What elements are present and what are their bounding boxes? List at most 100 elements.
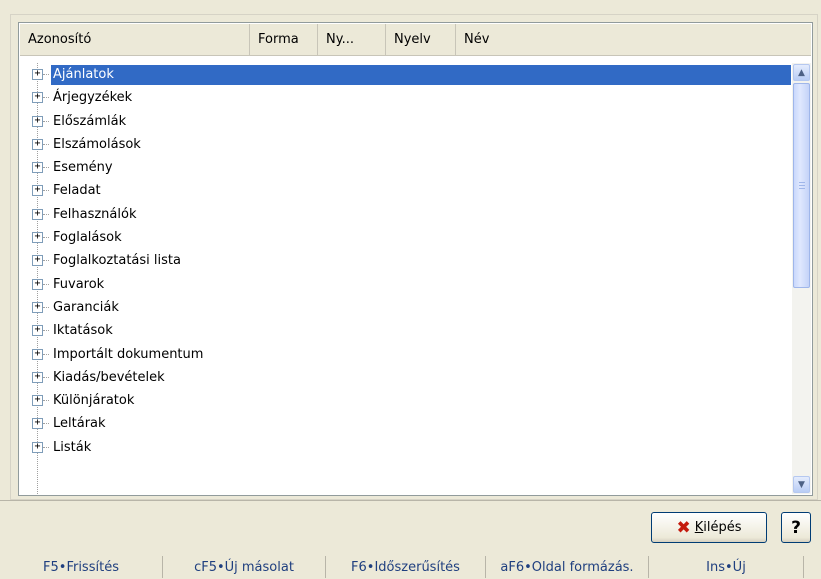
tree-item-label: Foglalkoztatási lista (53, 253, 181, 269)
tree-item[interactable]: + Foglalások (20, 226, 791, 249)
tree-item[interactable]: + Kiadás/bevételek (20, 366, 791, 389)
scroll-down-button[interactable]: ▼ (793, 476, 810, 493)
tree-item-label: Leltárak (53, 416, 106, 432)
tree-item[interactable]: + Garanciák (20, 296, 791, 319)
status-update[interactable]: F6•Időszerűsítés (326, 556, 486, 578)
column-label: Azonosító (28, 32, 92, 47)
tree-item-label: Fuvarok (53, 276, 105, 292)
status-label: aF6•Oldal formázás. (500, 559, 634, 575)
expand-icon[interactable]: + (32, 371, 43, 383)
vertical-scrollbar[interactable]: ▲ ▼ (792, 63, 811, 494)
tree-connector (43, 120, 49, 122)
grip-icon (799, 182, 805, 189)
tree-item[interactable]: + Különjáratok (20, 389, 791, 412)
expand-icon[interactable]: + (32, 301, 43, 313)
tree-item[interactable]: + Elszámolások (20, 133, 791, 156)
column-label: Név (464, 32, 490, 47)
tree-connector (43, 306, 49, 308)
tree-item-label: Ajánlatok (51, 65, 791, 85)
expand-icon[interactable]: + (32, 441, 43, 453)
tree-connector (43, 423, 49, 425)
tree-item[interactable]: + Foglalkoztatási lista (20, 249, 791, 272)
tree-connector (43, 74, 49, 75)
tree-item[interactable]: + Árjegyzékek (20, 86, 791, 109)
tree-item-label: Importált dokumentum (53, 346, 204, 362)
tree-connector (43, 353, 49, 355)
tree-item[interactable]: + Feladat (20, 179, 791, 202)
tree-item-label: Foglalások (53, 230, 122, 246)
scroll-up-button[interactable]: ▲ (793, 64, 810, 81)
tree-item-label: Felhasználók (53, 206, 137, 222)
tree-item-label: Garanciák (53, 299, 119, 315)
tree-connector (43, 167, 49, 169)
column-header-nev[interactable]: Név (456, 24, 811, 55)
tree-item-label: Előszámlák (53, 113, 127, 129)
tree-item-label: Listák (53, 439, 92, 455)
exit-button[interactable]: ✖ Kilépés (651, 512, 767, 543)
status-new-copy[interactable]: cF5•Új másolat (163, 556, 326, 578)
tree-item[interactable]: + Fuvarok (20, 273, 791, 296)
status-page-format[interactable]: aF6•Oldal formázás. (486, 556, 649, 578)
expand-icon[interactable]: + (32, 395, 43, 407)
expand-icon[interactable]: + (32, 348, 43, 360)
status-bar: F5•Frissítés cF5•Új másolat F6•Időszerűs… (0, 555, 821, 579)
column-label: Nyelv (394, 32, 431, 47)
expand-icon[interactable]: + (32, 255, 43, 267)
tree-connector (43, 283, 49, 285)
column-header-azonosito[interactable]: Azonosító (20, 24, 250, 55)
expand-icon[interactable]: + (32, 185, 43, 197)
tree-item[interactable]: + Előszámlák (20, 110, 791, 133)
expand-icon[interactable]: + (32, 162, 43, 174)
column-header-nyelv[interactable]: Nyelv (386, 24, 456, 55)
column-header-forma[interactable]: Forma (250, 24, 318, 55)
help-label: ? (791, 517, 801, 538)
exit-label: Kilépés (694, 520, 742, 535)
expand-icon[interactable]: + (32, 418, 43, 430)
tree-item[interactable]: + Leltárak (20, 412, 791, 435)
status-label: Ins•Új (706, 559, 746, 575)
tree-item-label: Kiadás/bevételek (53, 369, 165, 385)
expand-icon[interactable]: + (32, 278, 43, 290)
tree-connector (43, 400, 49, 402)
status-label: F5•Frissítés (43, 559, 119, 575)
tree-item[interactable]: + Importált dokumentum (20, 343, 791, 366)
tree-connector (43, 376, 49, 378)
tree-connector (43, 330, 49, 332)
status-refresh[interactable]: F5•Frissítés (0, 556, 163, 578)
tree-item[interactable]: + Esemény (20, 156, 791, 179)
tree-item[interactable]: + Listák (20, 436, 791, 459)
tree-item-label: Iktatások (53, 323, 113, 339)
tree-connector (43, 446, 49, 448)
tree-connector (43, 260, 49, 262)
separator (0, 500, 821, 501)
tree-items: + Ajánlatok + Árjegyzékek + Előszámlák + Elszám… (20, 63, 791, 494)
tree-connector (43, 213, 49, 215)
tree-item-label: Feladat (53, 183, 101, 199)
tree-item-label: Különjáratok (53, 393, 135, 409)
column-header: Azonosító Forma Ny... Nyelv Név (20, 24, 811, 56)
tree-item[interactable]: + Ajánlatok (20, 63, 791, 86)
tree-item[interactable]: + Iktatások (20, 319, 791, 342)
tree-connector (43, 237, 49, 239)
expand-icon[interactable]: + (32, 69, 43, 80)
tree-connector (43, 143, 49, 145)
status-new[interactable]: Ins•Új (649, 556, 804, 578)
expand-icon[interactable]: + (32, 208, 43, 220)
expand-icon[interactable]: + (32, 115, 43, 127)
expand-icon[interactable]: + (32, 92, 43, 104)
expand-icon[interactable]: + (32, 232, 43, 244)
status-label: cF5•Új másolat (194, 559, 294, 575)
status-label: F6•Időszerűsítés (351, 559, 460, 575)
help-button[interactable]: ? (781, 512, 811, 543)
close-icon: ✖ (676, 517, 691, 538)
chevron-up-icon: ▲ (798, 67, 805, 78)
tree-list-view[interactable]: Azonosító Forma Ny... Nyelv Név + Ajánlat… (18, 22, 813, 496)
expand-icon[interactable]: + (32, 325, 43, 337)
tree-item[interactable]: + Felhasználók (20, 203, 791, 226)
tree-connector (43, 190, 49, 192)
scroll-thumb[interactable] (793, 83, 810, 288)
expand-icon[interactable]: + (32, 138, 43, 150)
column-header-ny[interactable]: Ny... (318, 24, 386, 55)
tree-connector (43, 97, 49, 99)
tree-item-label: Árjegyzékek (53, 90, 133, 106)
